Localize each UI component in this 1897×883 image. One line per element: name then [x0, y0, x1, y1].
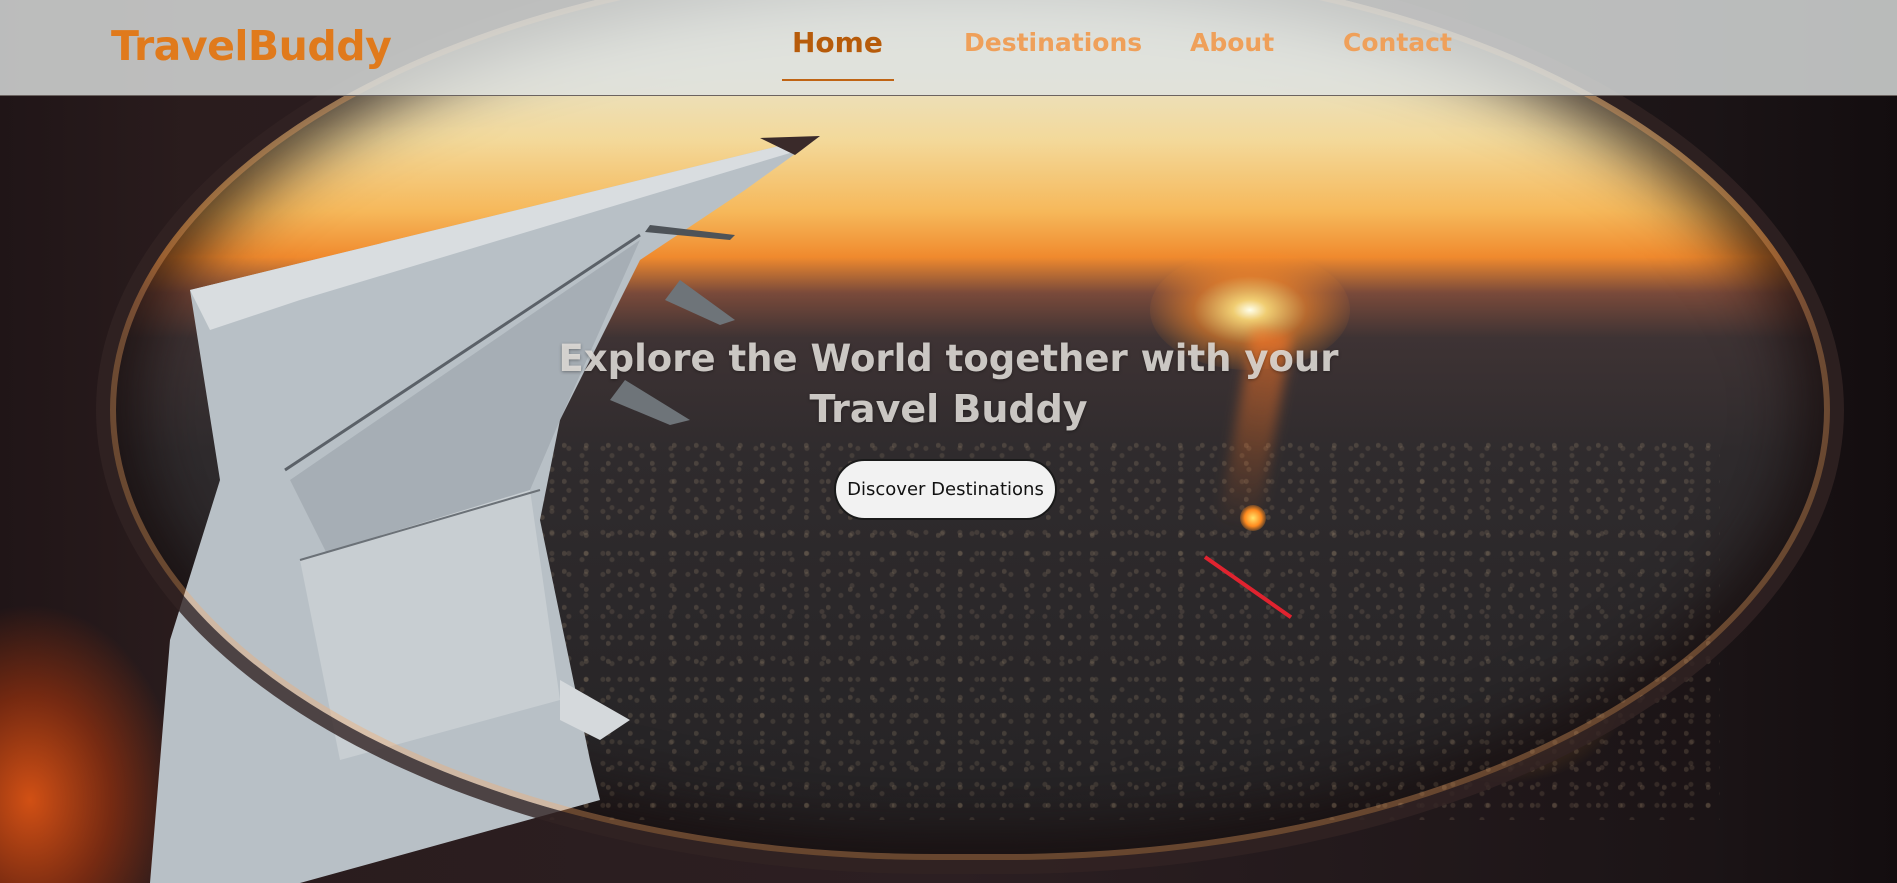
navbar: TravelBuddy Home Destinations About Cont… — [0, 0, 1897, 96]
hero-title-line2: Travel Buddy — [809, 387, 1088, 431]
nav-link-home[interactable]: Home — [792, 26, 883, 59]
hero-title: Explore the World together with your Tra… — [0, 334, 1897, 434]
nav-link-about[interactable]: About — [1190, 28, 1274, 57]
nav-link-destinations[interactable]: Destinations — [964, 28, 1142, 57]
logo[interactable]: TravelBuddy — [111, 22, 392, 70]
airplane-wing-illustration — [150, 136, 820, 883]
nav-link-contact[interactable]: Contact — [1343, 28, 1452, 57]
page: TravelBuddy Home Destinations About Cont… — [0, 0, 1897, 883]
hero-title-line1: Explore the World together with your — [558, 337, 1339, 380]
active-nav-indicator — [782, 79, 894, 81]
discover-destinations-button[interactable]: Discover Destinations — [834, 459, 1057, 520]
